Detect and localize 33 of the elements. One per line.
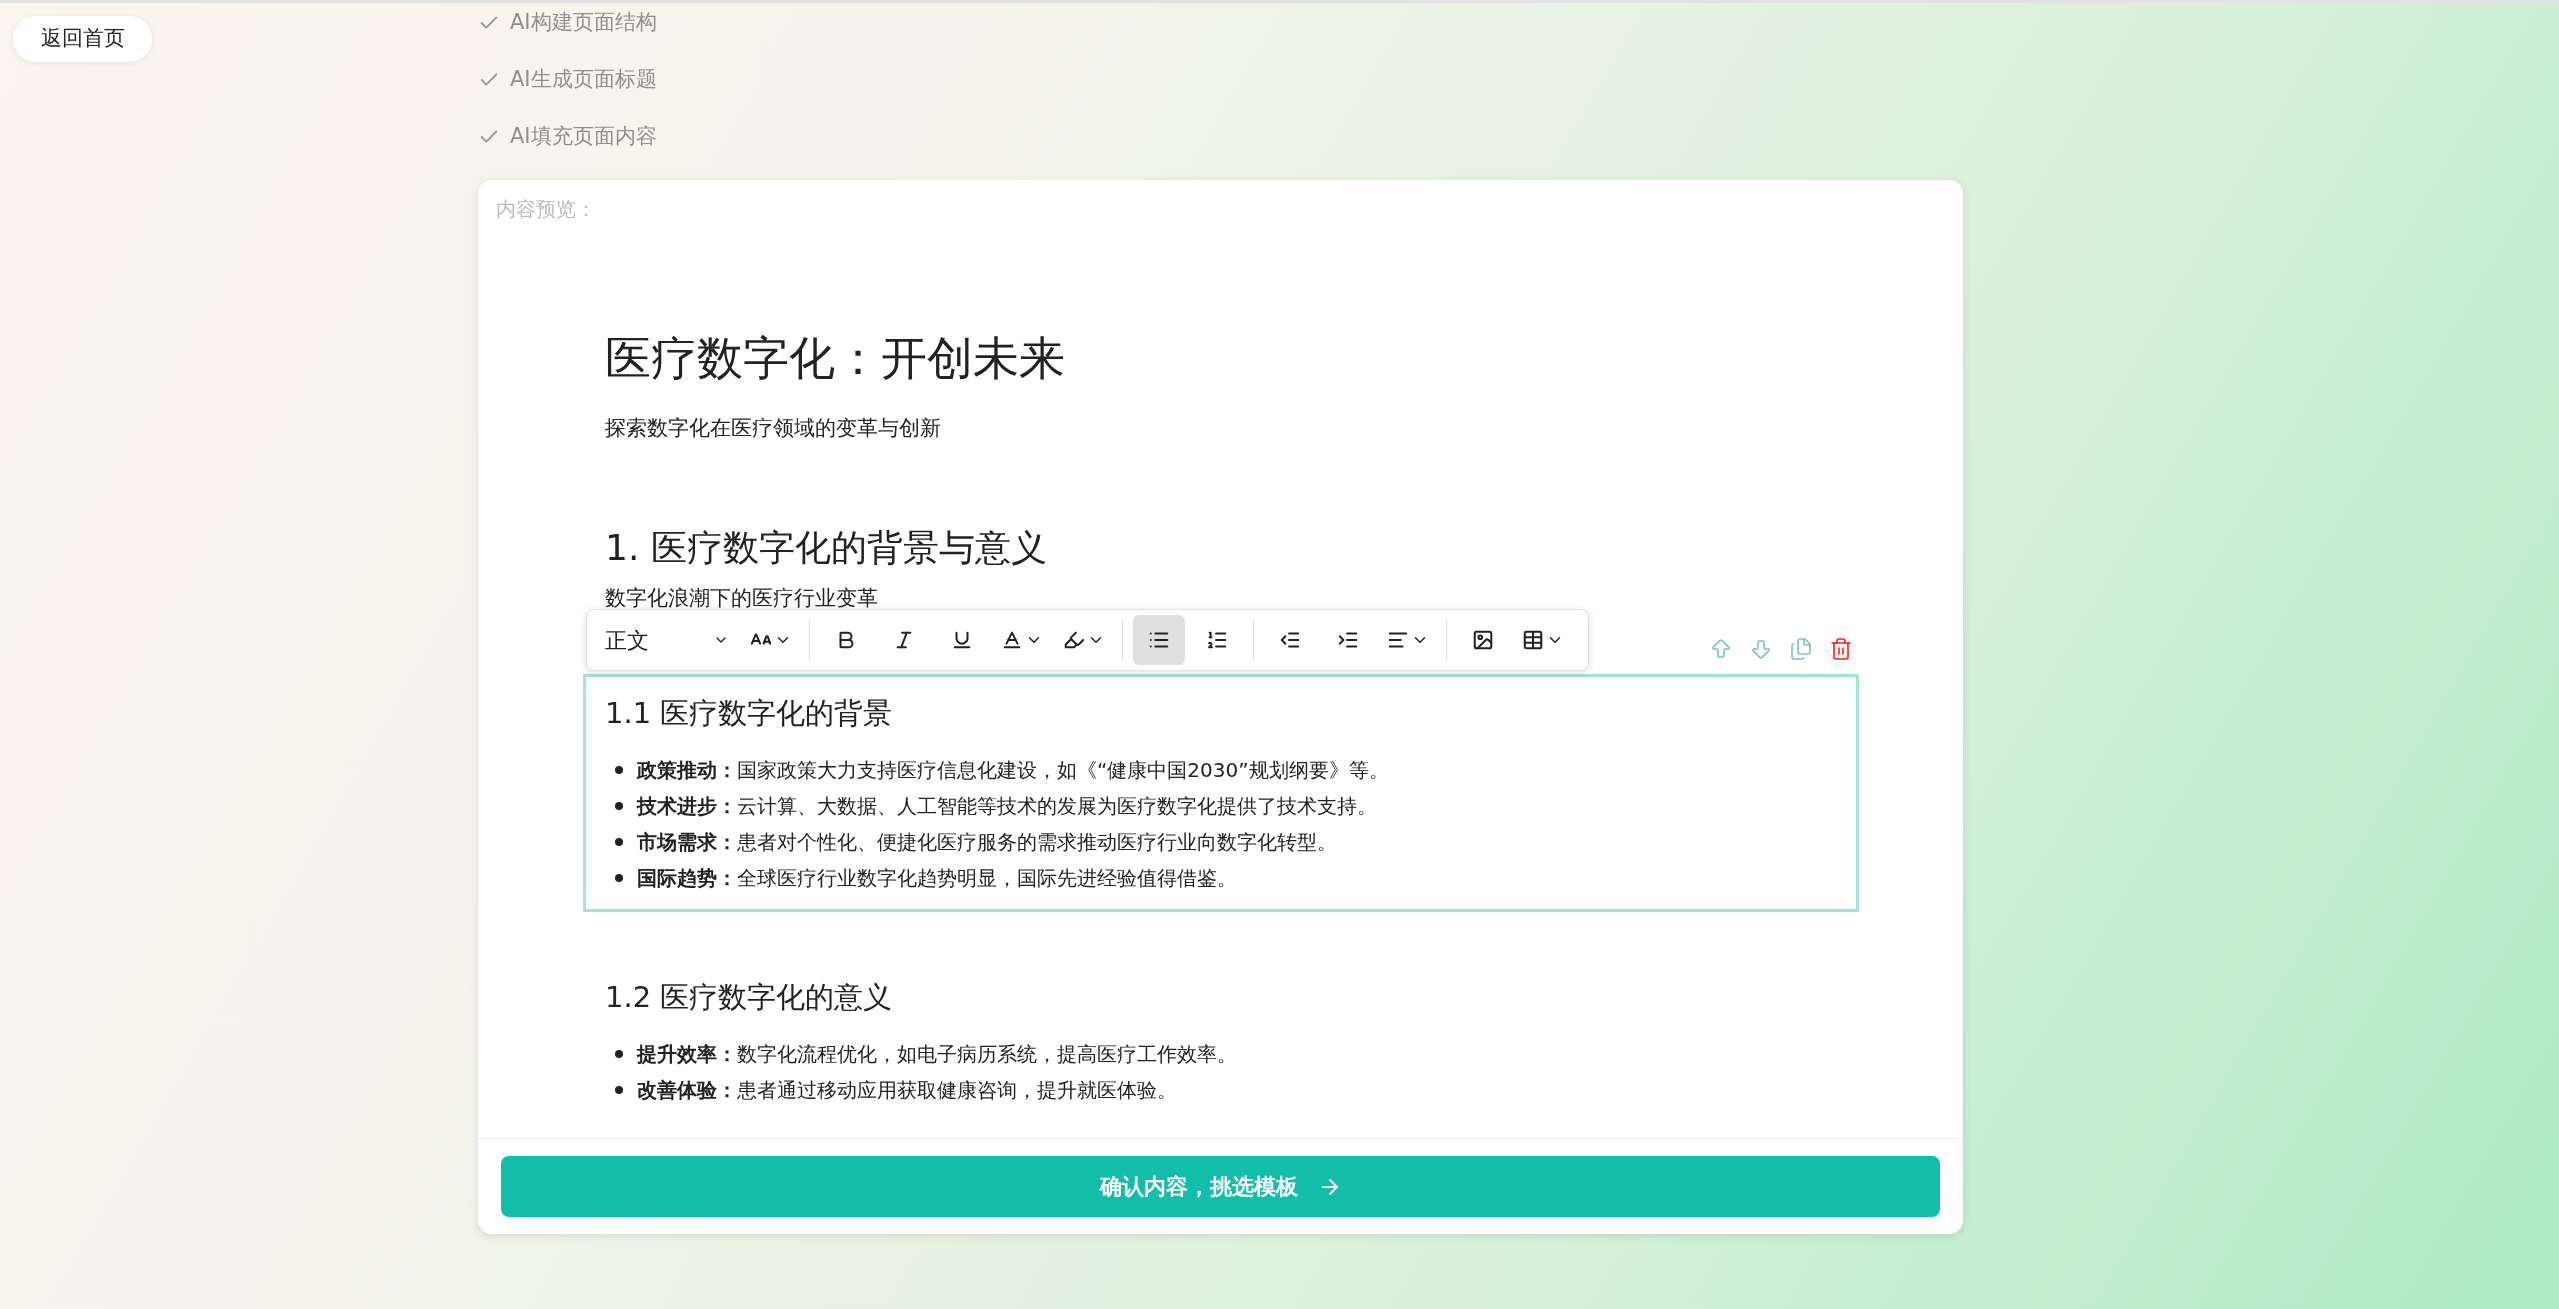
bullet-icon — [615, 1086, 623, 1094]
list-item: 政策推动：国家政策大力支持医疗信息化建设，如《“健康中国2030”规划纲要》等。 — [637, 757, 1389, 784]
highlighter-icon — [1063, 629, 1085, 651]
bullet-icon — [615, 874, 623, 882]
bullet-icon — [615, 838, 623, 846]
numbered-list-icon — [1206, 629, 1228, 651]
bullet-icon — [615, 802, 623, 810]
preview-label: 内容预览： — [496, 197, 596, 221]
back-home-button[interactable]: 返回首页 — [13, 16, 152, 62]
bullet-icon — [615, 1050, 623, 1058]
list-item: 市场需求：患者对个性化、便捷化医疗服务的需求推动医疗行业向数字化转型。 — [637, 829, 1337, 856]
toolbar-button[interactable] — [1133, 615, 1185, 665]
paragraph-style-dropdown[interactable]: 正文 — [597, 616, 737, 664]
document-subtitle: 探索数字化在医疗领域的变革与创新 — [605, 415, 942, 442]
subsection-heading: 1.1 医疗数字化的背景 — [605, 695, 894, 732]
bullet-icon — [615, 766, 623, 774]
document-title: 医疗数字化：开创未来 — [605, 331, 1066, 386]
step-label: AI填充页面内容 — [510, 123, 657, 151]
step-label: AI生成页面标题 — [510, 66, 657, 94]
step-label: AI构建页面结构 — [510, 9, 657, 37]
subsection-heading: 1.2 医疗数字化的意义 — [605, 979, 894, 1016]
delete-icon[interactable] — [1829, 637, 1853, 661]
text-color-icon — [1001, 629, 1023, 651]
section-heading: 1. 医疗数字化的背景与意义 — [605, 526, 1048, 570]
list-item: 国际趋势：全球医疗行业数字化趋势明显，国际先进经验值得借鉴。 — [637, 865, 1237, 892]
list-item: 改善体验：患者通过移动应用获取健康咨询，提升就医体验。 — [637, 1077, 1177, 1104]
list-item: 技术进步：云计算、大数据、人工智能等技术的发展为医疗数字化提供了技术支持。 — [637, 793, 1377, 820]
image-icon — [1472, 629, 1494, 651]
underline-icon — [951, 629, 973, 651]
section-paragraph: 数字化浪潮下的医疗行业变革 — [605, 585, 879, 612]
table-icon — [1522, 629, 1544, 651]
content-block[interactable]: 1.2 医疗数字化的意义 提升效率：数字化流程优化，如电子病历系统，提高医疗工作效率。 改善体验：患者通过移动应用获取健康咨询，提升就医体验。 — [583, 958, 1859, 1124]
list-item: 提升效率：数字化流程优化，如电子病历系统，提高医疗工作效率。 — [637, 1041, 1237, 1068]
